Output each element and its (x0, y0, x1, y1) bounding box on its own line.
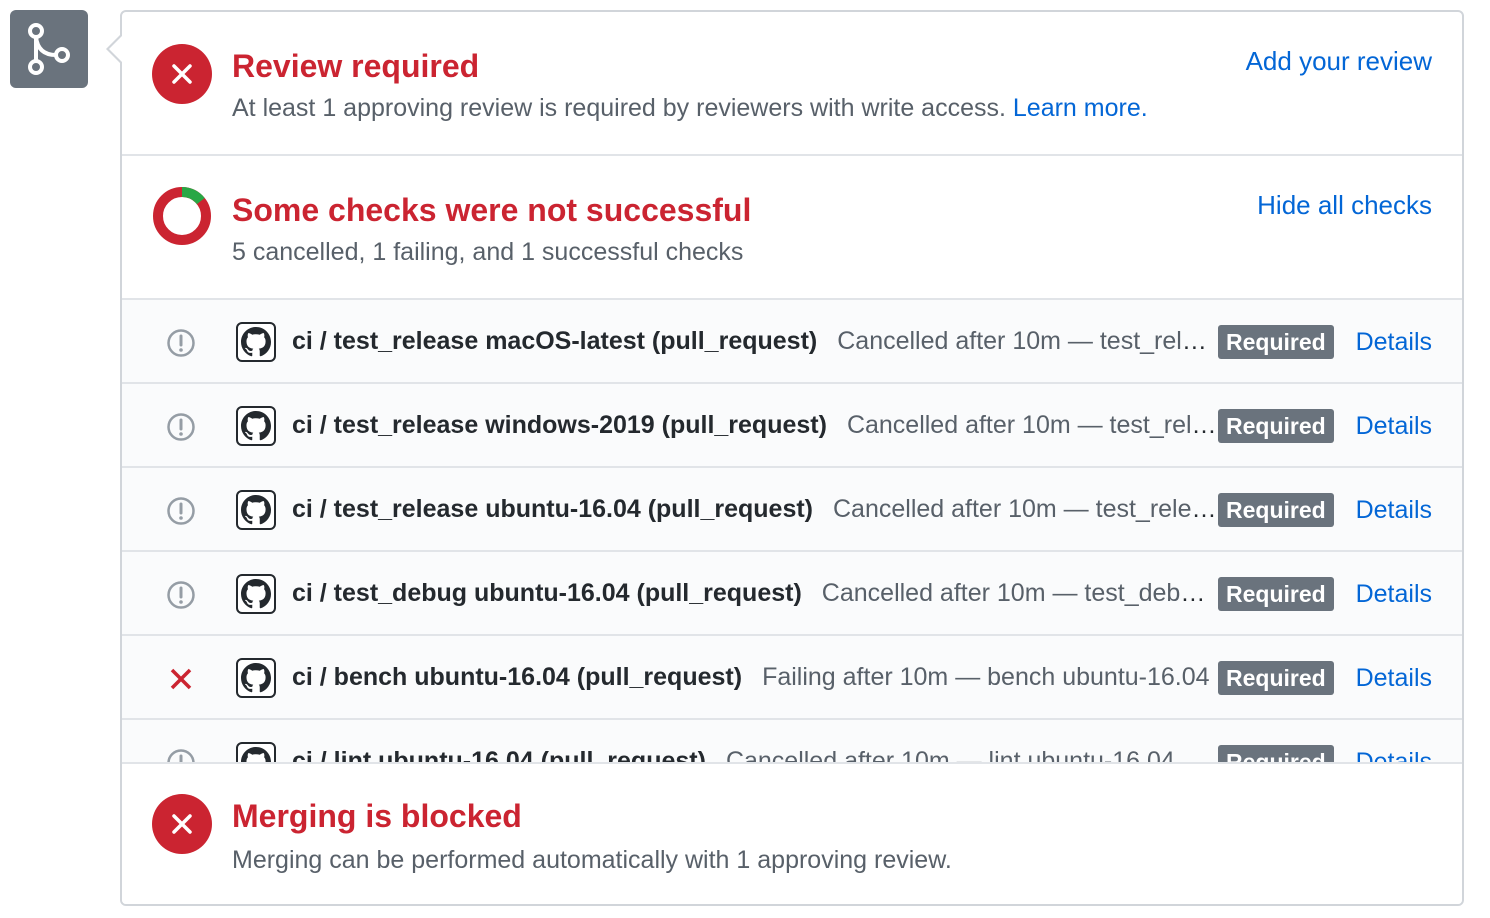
check-row: ci / test_release macOS-latest (pull_req… (122, 300, 1462, 384)
check-text: ci / lint ubuntu-16.04 (pull_request) Can… (292, 744, 1218, 762)
check-detail: Failing after 10m — bench ubuntu-16.04 (762, 663, 1210, 691)
check-name: ci / test_release ubuntu-16.04 (pull_req… (292, 495, 813, 523)
details-link[interactable]: Details (1356, 324, 1432, 360)
checks-list[interactable]: ci / test_release macOS-latest (pull_req… (122, 300, 1462, 762)
check-detail: Cancelled after 10m — test_release windo… (846, 411, 1218, 439)
alert-circle-icon (166, 580, 196, 610)
checks-title: Some checks were not successful (232, 192, 752, 228)
review-section: Review required At least 1 approving rev… (122, 12, 1462, 156)
check-row: ci / test_release ubuntu-16.04 (pull_req… (122, 468, 1462, 552)
check-name: ci / test_release windows-2019 (pull_req… (292, 411, 827, 439)
required-badge: Required (1218, 745, 1334, 762)
check-name: ci / test_release macOS-latest (pull_req… (292, 327, 818, 355)
details-link[interactable]: Details (1356, 492, 1432, 528)
check-text: ci / test_release windows-2019 (pull_req… (292, 408, 1218, 444)
donut-progress-icon (153, 187, 211, 245)
required-badge: Required (1218, 661, 1334, 695)
learn-more-link[interactable]: Learn more. (1013, 94, 1148, 122)
details-link[interactable]: Details (1356, 744, 1432, 762)
review-description-text: At least 1 approving review is required … (232, 94, 1006, 122)
details-link[interactable]: Details (1356, 408, 1432, 444)
required-badge: Required (1218, 409, 1334, 443)
details-link[interactable]: Details (1356, 576, 1432, 612)
hide-all-checks-link[interactable]: Hide all checks (1257, 190, 1432, 221)
check-text: ci / test_release ubuntu-16.04 (pull_req… (292, 492, 1218, 528)
review-description: At least 1 approving review is required … (232, 94, 1148, 123)
github-mark-icon (236, 322, 276, 362)
check-row: ci / test_release windows-2019 (pull_req… (122, 384, 1462, 468)
check-name: ci / test_debug ubuntu-16.04 (pull_reque… (292, 579, 802, 607)
merge-title: Merging is blocked (232, 798, 522, 834)
x-icon (166, 664, 196, 694)
add-your-review-link[interactable]: Add your review (1246, 46, 1432, 77)
review-title: Review required (232, 48, 480, 84)
alert-circle-icon (166, 412, 196, 442)
check-name: ci / lint ubuntu-16.04 (pull_request) (292, 747, 706, 762)
check-text: ci / test_debug ubuntu-16.04 (pull_reque… (292, 576, 1218, 612)
panel-pointer-fill (109, 36, 122, 62)
github-mark-icon (236, 574, 276, 614)
x-circle-icon (152, 794, 212, 854)
required-badge: Required (1218, 325, 1334, 359)
alert-circle-icon (166, 748, 196, 762)
merge-section: Merging is blocked Merging can be perfor… (122, 762, 1462, 904)
check-detail: Cancelled after 10m — test_debug ubuntu-… (821, 579, 1218, 607)
check-detail: Cancelled after 10m — lint ubuntu-16.04 (725, 747, 1175, 762)
check-detail: Cancelled after 10m — test_release ubunt… (833, 495, 1218, 523)
git-merge-icon (10, 10, 88, 88)
x-circle-icon (152, 44, 212, 104)
details-link[interactable]: Details (1356, 660, 1432, 696)
check-row: ci / bench ubuntu-16.04 (pull_request) Fa… (122, 636, 1462, 720)
check-text: ci / bench ubuntu-16.04 (pull_request) Fa… (292, 660, 1218, 696)
github-mark-icon (236, 658, 276, 698)
alert-circle-icon (166, 496, 196, 526)
required-badge: Required (1218, 577, 1334, 611)
check-row: ci / lint ubuntu-16.04 (pull_request) Can… (122, 720, 1462, 762)
github-mark-icon (236, 742, 276, 762)
github-mark-icon (236, 490, 276, 530)
merge-description: Merging can be performed automatically w… (232, 846, 952, 874)
check-detail: Cancelled after 10m — test_release macOS… (837, 327, 1218, 355)
checks-section: Some checks were not successful 5 cancel… (122, 156, 1462, 300)
required-badge: Required (1218, 493, 1334, 527)
check-text: ci / test_release macOS-latest (pull_req… (292, 324, 1218, 360)
checks-summary: 5 cancelled, 1 failing, and 1 successful… (232, 238, 744, 266)
alert-circle-icon (166, 328, 196, 358)
check-name: ci / bench ubuntu-16.04 (pull_request) (292, 663, 743, 691)
merge-status-panel: Review required At least 1 approving rev… (120, 10, 1464, 906)
github-mark-icon (236, 406, 276, 446)
check-row: ci / test_debug ubuntu-16.04 (pull_reque… (122, 552, 1462, 636)
